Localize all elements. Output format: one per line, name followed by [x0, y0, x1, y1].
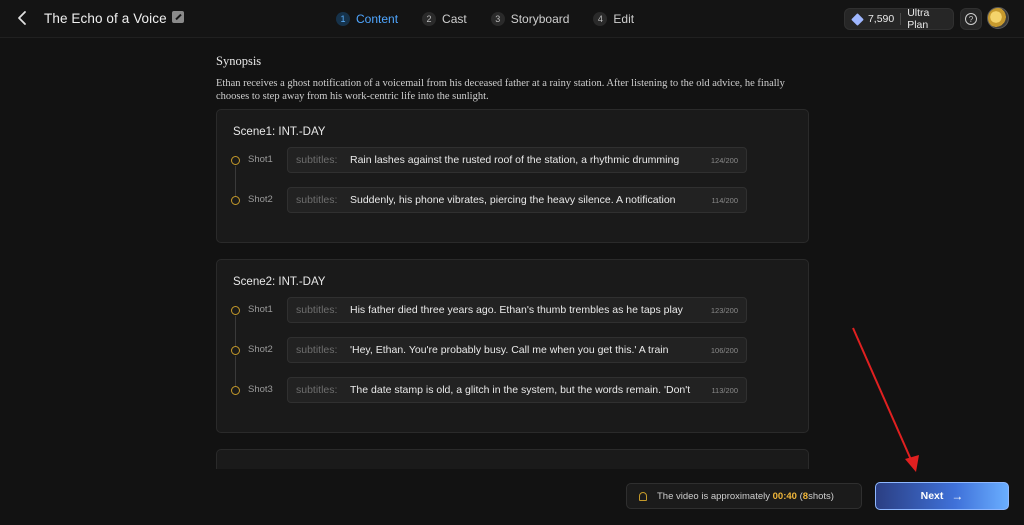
back-arrow-icon[interactable]: [14, 9, 32, 27]
synopsis-section: Synopsis Ethan receives a ghost notifica…: [216, 54, 810, 103]
avatar[interactable]: [987, 7, 1009, 29]
synopsis-text: Ethan receives a ghost notification of a…: [216, 78, 785, 102]
subtitle-input[interactable]: subtitles: Rain lashes against the ruste…: [287, 147, 747, 173]
shot-label: Shot2: [248, 194, 273, 205]
shots-close: shots): [808, 490, 834, 502]
step-label: Content: [356, 12, 399, 26]
duration-value: 00:40: [772, 490, 797, 502]
char-count: 123/200: [710, 306, 738, 315]
step-number: 1: [336, 12, 350, 26]
char-count: 106/200: [710, 346, 738, 355]
subtitle-input[interactable]: subtitles: Suddenly, his phone vibrates,…: [287, 187, 747, 213]
edit-title-icon[interactable]: [172, 11, 184, 23]
bell-icon: [639, 491, 647, 501]
next-label: Next: [920, 490, 944, 502]
shot-label: Shot1: [248, 304, 273, 315]
step-label: Storyboard: [510, 12, 570, 26]
subtitle-placeholder: subtitles:: [296, 384, 338, 396]
subtitle-placeholder: subtitles:: [296, 194, 338, 206]
tab-storyboard[interactable]: 3 Storyboard: [490, 12, 570, 26]
tab-edit[interactable]: 4 Edit: [593, 12, 634, 26]
subtitle-input[interactable]: subtitles: 'Hey, Ethan. You're probably …: [287, 337, 747, 363]
arrow-right-icon: →: [951, 489, 964, 503]
step-label: Edit: [613, 12, 635, 26]
shot-row: Shot2 subtitles: 'Hey, Ethan. You're pro…: [231, 337, 751, 388]
notice-text: The video is approximately: [657, 490, 770, 502]
shot-row: Shot1 subtitles: His father died three y…: [231, 297, 751, 348]
step-number: 3: [490, 12, 505, 26]
subtitle-input[interactable]: subtitles: The date stamp is old, a glit…: [287, 377, 747, 403]
char-count: 114/200: [711, 196, 738, 205]
timeline-dot-icon: [231, 346, 240, 355]
subtitle-text: Rain lashes against the rusted roof of t…: [350, 154, 680, 166]
timeline-dot-icon: [231, 156, 240, 165]
step-tabs: 1 Content 2 Cast 3 Storyboard 4 Edit: [336, 10, 658, 28]
divider: [900, 13, 902, 25]
subtitle-text: Suddenly, his phone vibrates, piercing t…: [350, 194, 676, 206]
timeline-dot-icon: [231, 386, 240, 395]
subtitle-placeholder: subtitles:: [296, 304, 338, 316]
shot-row: Shot3 subtitles: The date stamp is old, …: [231, 377, 751, 403]
subtitle-text: His father died three years ago. Ethan's…: [350, 304, 683, 316]
project-title: The Echo of a Voice: [44, 11, 167, 26]
shot-label: Shot1: [248, 154, 273, 165]
shot-label: Shot3: [248, 384, 273, 395]
plan-name: Ultra Plan: [907, 7, 930, 31]
subtitle-placeholder: subtitles:: [296, 154, 338, 166]
subtitle-text: The date stamp is old, a glitch in the s…: [350, 384, 691, 396]
scene-card: Scene2: INT.-DAY Shot1 subtitles: His fa…: [216, 259, 809, 433]
step-number: 2: [422, 12, 437, 26]
step-label: Cast: [442, 12, 467, 26]
shot-row: Shot1 subtitles: Rain lashes against the…: [231, 147, 751, 198]
help-button[interactable]: ?: [960, 8, 982, 30]
duration-notice: The video is approximately 00:40 (8 shot…: [626, 483, 862, 509]
gem-icon: [851, 12, 864, 26]
subtitle-text: 'Hey, Ethan. You're probably busy. Call …: [350, 344, 669, 356]
subtitle-input[interactable]: subtitles: His father died three years a…: [287, 297, 747, 323]
scene-card: Scene1: INT.-DAY Shot1 subtitles: Rain l…: [216, 109, 809, 243]
scene-title: Scene1: INT.-DAY: [233, 126, 326, 138]
char-count: 113/200: [711, 386, 738, 395]
help-icon: ?: [965, 13, 977, 25]
top-bar: The Echo of a Voice 1 Content 2 Cast 3 S…: [0, 0, 1024, 38]
synopsis-title: Synopsis: [216, 54, 262, 68]
credits-plan-badge[interactable]: 7,590 Ultra Plan: [844, 7, 954, 31]
tab-cast[interactable]: 2 Cast: [422, 12, 467, 26]
next-button[interactable]: Next →: [875, 482, 1009, 510]
credit-balance: 7,590: [867, 13, 895, 25]
shot-row: Shot2 subtitles: Suddenly, his phone vib…: [231, 187, 751, 213]
subtitle-placeholder: subtitles:: [296, 344, 338, 356]
timeline-dot-icon: [231, 306, 240, 315]
tab-content[interactable]: 1 Content: [336, 12, 398, 26]
scene-card-partial: [216, 449, 809, 469]
timeline-dot-icon: [231, 196, 240, 205]
step-number: 4: [593, 12, 608, 26]
shot-label: Shot2: [248, 344, 273, 355]
char-count: 124/200: [710, 156, 738, 165]
scene-title: Scene2: INT.-DAY: [233, 276, 326, 288]
